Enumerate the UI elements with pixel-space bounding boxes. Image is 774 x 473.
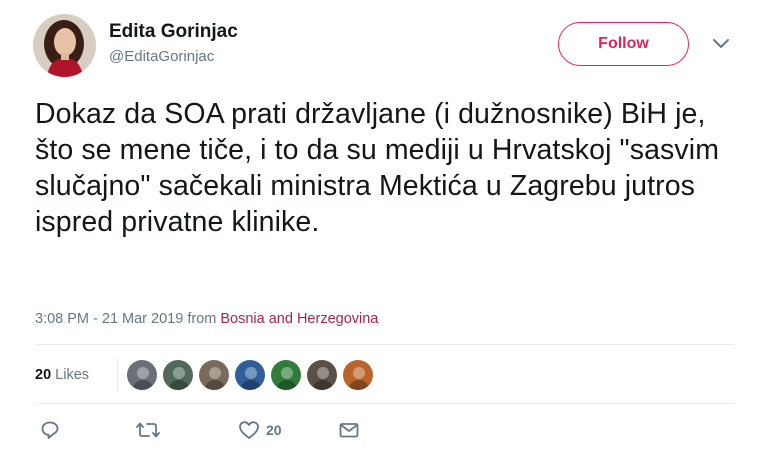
- liker-avatar-1[interactable]: [126, 359, 158, 391]
- liker-avatar-4[interactable]: [234, 359, 266, 391]
- like-button[interactable]: 20: [238, 420, 282, 440]
- follow-button[interactable]: Follow: [558, 22, 689, 66]
- divider: [35, 344, 734, 345]
- tweet-text: Dokaz da SOA prati državljane (i dužnosn…: [35, 98, 720, 238]
- envelope-icon: [338, 420, 360, 440]
- author-names: Edita Gorinjac @EditaGorinjac: [109, 20, 238, 67]
- tweet-metadata: 3:08 PM - 21 Mar 2019 from Bosnia and He…: [35, 309, 378, 329]
- author-display-name[interactable]: Edita Gorinjac: [109, 20, 238, 44]
- retweet-icon: [136, 420, 160, 440]
- tweet-header: Edita Gorinjac @EditaGorinjac Follow: [33, 14, 743, 78]
- liker-avatar-3[interactable]: [198, 359, 230, 391]
- liker-avatar-5[interactable]: [270, 359, 302, 391]
- reply-icon: [40, 420, 60, 440]
- retweet-button[interactable]: [136, 420, 160, 440]
- chevron-down-icon[interactable]: [711, 36, 731, 52]
- likes-number: 20: [35, 367, 52, 383]
- liker-avatar-6[interactable]: [306, 359, 338, 391]
- like-count: 20: [266, 422, 282, 438]
- likes-label: Likes: [55, 367, 90, 383]
- heart-icon: [238, 420, 260, 440]
- direct-message-button[interactable]: [338, 420, 360, 440]
- divider: [35, 403, 734, 404]
- likes-row: 20 Likes: [35, 355, 735, 395]
- likes-separator: [117, 358, 118, 392]
- liker-avatar-2[interactable]: [162, 359, 194, 391]
- author-avatar[interactable]: [33, 14, 96, 77]
- reply-button[interactable]: [40, 420, 60, 440]
- from-label: from: [187, 311, 217, 327]
- author-handle[interactable]: @EditaGorinjac: [109, 47, 238, 67]
- tweet-location-link[interactable]: Bosnia and Herzegovina: [220, 311, 378, 327]
- tweet-actions: 20: [35, 420, 735, 450]
- liker-avatar-7[interactable]: [342, 359, 374, 391]
- tweet-timestamp[interactable]: 3:08 PM - 21 Mar 2019: [35, 311, 183, 327]
- likes-count[interactable]: 20 Likes: [35, 365, 89, 385]
